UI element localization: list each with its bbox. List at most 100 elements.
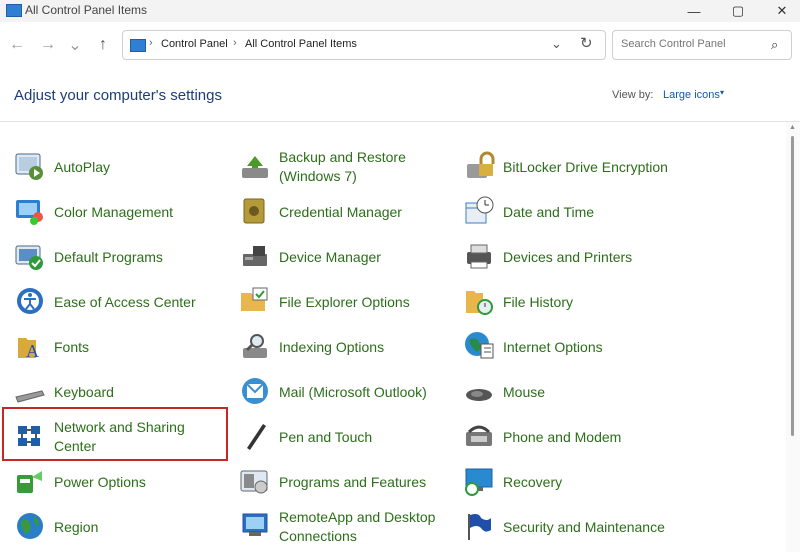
item-label: Date and Time [503,203,595,220]
refresh-button[interactable]: ↻ [580,34,593,52]
item-credential-manager[interactable]: Credential Manager [239,192,459,232]
highlight-box [2,407,228,461]
credential-manager-icon [243,198,265,224]
item-power-options[interactable]: Power Options [14,462,234,502]
item-remoteapp[interactable]: RemoteApp and Desktop Connections [239,507,459,547]
address-dropdown-icon[interactable]: ⌄ [551,36,562,52]
back-button[interactable]: ← [6,34,28,56]
search-input[interactable] [619,37,763,51]
item-color-management[interactable]: Color Management [14,192,234,232]
item-label: Backup and Restore (Windows 7) [279,149,406,184]
item-label: Credential Manager [279,203,402,220]
item-label: Indexing Options [279,338,385,355]
file-history-icon [466,291,493,315]
control-panel-location-icon [130,39,146,52]
page-header: Adjust your computer's settings View by:… [0,70,800,122]
item-fonts[interactable]: A Fonts [14,327,234,367]
window-title: All Control Panel Items [25,3,148,17]
item-pen-touch[interactable]: Pen and Touch [239,417,459,457]
item-file-explorer-options[interactable]: File Explorer Options [239,282,459,322]
breadcrumb-separator: › [233,37,237,49]
control-panel-items: AutoPlay Backup and Restore (Windows 7) … [0,122,786,552]
indexing-options-icon [243,334,267,358]
mail-icon [242,378,268,404]
item-label: Devices and Printers [503,248,633,265]
item-label: Recovery [503,473,563,490]
item-label: Phone and Modem [503,428,622,445]
item-label: File Explorer Options [279,293,410,310]
view-by-caret-icon[interactable]: ▾ [720,88,724,97]
recent-locations-button[interactable]: ⌄ [64,34,86,56]
item-file-history[interactable]: File History [463,282,683,322]
item-date-time[interactable]: Date and Time [463,192,683,232]
item-phone-modem[interactable]: Phone and Modem [463,417,683,457]
item-label: Power Options [54,473,146,490]
up-button[interactable]: ↑ [92,34,114,56]
maximize-button[interactable]: ▢ [720,0,756,22]
item-autoplay[interactable]: AutoPlay [14,147,234,187]
breadcrumb-all-items[interactable]: All Control Panel Items [245,38,357,50]
pen-touch-icon [247,424,266,450]
power-options-icon [17,471,42,493]
minimize-button[interactable]: — [676,0,712,22]
forward-button[interactable]: → [37,34,59,56]
item-label: Ease of Access Center [54,293,196,310]
autoplay-icon [15,153,43,180]
item-security-maintenance[interactable]: Security and Maintenance [463,507,683,547]
item-label: Security and Maintenance [503,518,665,535]
search-icon[interactable]: ⌕ [771,37,778,53]
view-by-label: View by: [612,89,654,101]
default-programs-icon [15,245,43,270]
keyboard-icon [15,390,45,403]
view-by-dropdown[interactable]: Large icons [663,89,720,101]
item-indexing-options[interactable]: Indexing Options [239,327,459,367]
item-label: Keyboard [54,383,114,400]
item-label: Programs and Features [279,473,427,490]
backup-restore-icon [242,156,268,178]
item-mail[interactable]: Mail (Microsoft Outlook) [239,372,459,412]
title-bar: All Control Panel Items — ▢ ✕ [0,0,800,22]
devices-printers-icon [467,244,491,269]
item-label: Mouse [503,383,546,400]
vertical-scrollbar[interactable]: ▲ [786,122,800,552]
item-device-manager[interactable]: Device Manager [239,237,459,277]
security-maintenance-icon [468,514,491,540]
date-time-icon [465,196,494,224]
scroll-up-icon[interactable]: ▲ [789,124,796,131]
control-panel-icon [6,4,22,17]
ease-of-access-icon [17,288,43,314]
svg-text:A: A [26,341,39,361]
item-devices-printers[interactable]: Devices and Printers [463,237,683,277]
item-label: BitLocker Drive Encryption [503,158,668,175]
device-manager-icon [243,246,267,266]
item-backup-restore[interactable]: Backup and Restore (Windows 7) [239,147,459,187]
item-label: Fonts [54,338,90,355]
item-label: File History [503,293,574,310]
item-recovery[interactable]: Recovery [463,462,683,502]
file-explorer-options-icon [241,287,268,311]
breadcrumb-control-panel[interactable]: Control Panel [161,38,228,50]
item-internet-options[interactable]: Internet Options [463,327,683,367]
mouse-icon [466,389,492,401]
scrollbar-thumb[interactable] [791,136,794,436]
search-box[interactable]: ⌕ [612,30,792,60]
close-button[interactable]: ✕ [764,0,800,22]
remoteapp-icon [242,513,268,536]
item-bitlocker[interactable]: BitLocker Drive Encryption [463,147,683,187]
navigation-bar: ← → ⌄ ↑ › Control Panel › All Control Pa… [0,22,800,70]
item-default-programs[interactable]: Default Programs [14,237,234,277]
recovery-icon [465,468,493,496]
item-region[interactable]: Region [14,507,234,547]
item-label: Mail (Microsoft Outlook) [279,383,427,400]
item-programs-features[interactable]: Programs and Features [239,462,459,502]
item-label: Internet Options [503,338,603,355]
item-mouse[interactable]: Mouse [463,372,683,412]
programs-features-icon [240,470,268,494]
item-keyboard[interactable]: Keyboard [14,372,234,412]
item-ease-of-access[interactable]: Ease of Access Center [14,282,234,322]
region-icon [17,513,43,539]
internet-options-icon [465,332,494,359]
fonts-icon: A [18,338,39,361]
address-bar[interactable]: › Control Panel › All Control Panel Item… [122,30,606,60]
bitlocker-icon [467,151,495,178]
